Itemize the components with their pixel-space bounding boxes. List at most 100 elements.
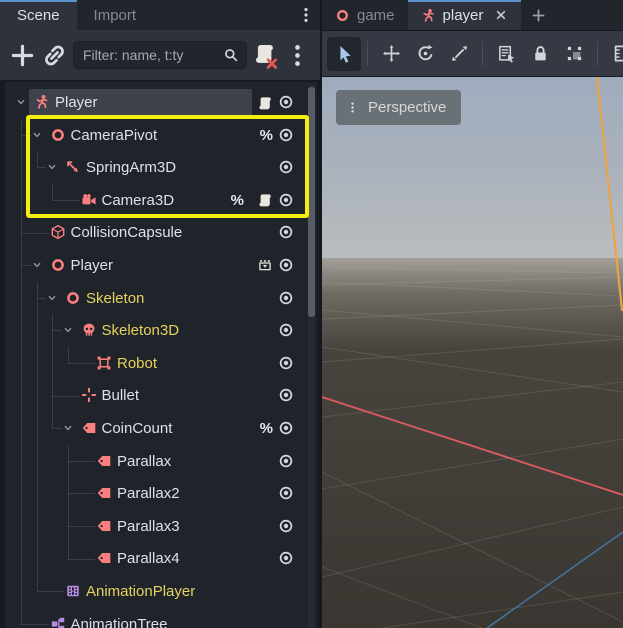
clapper-icon[interactable] — [257, 258, 273, 274]
scene-tab-game-label: game — [357, 7, 395, 24]
toolbar-separator — [367, 41, 368, 66]
tab-import-label: Import — [94, 7, 137, 24]
scene-tab-game[interactable]: game — [322, 0, 408, 30]
tree-guide — [37, 477, 38, 510]
chevron-down-icon[interactable] — [47, 162, 57, 172]
scene-tree-menu-icon[interactable] — [284, 42, 311, 69]
detach-script-button[interactable] — [252, 42, 279, 69]
tree-row-player[interactable]: Player — [5, 249, 317, 282]
tool-move-button[interactable] — [374, 37, 408, 71]
tree-guide — [21, 233, 49, 234]
chevron-down-icon[interactable] — [32, 130, 42, 140]
tool-select-button[interactable] — [327, 37, 361, 71]
label3d-icon — [96, 518, 112, 534]
close-tab-icon[interactable] — [494, 8, 508, 22]
visibility-eye-icon[interactable] — [278, 550, 294, 566]
visibility-eye-icon[interactable] — [278, 224, 294, 240]
tool-scale-button[interactable] — [442, 37, 476, 71]
tree-row-camerapivot[interactable]: CameraPivot% — [5, 119, 317, 152]
scene-tree[interactable]: AnimationTreeAnimationPlayerParallax4Par… — [5, 82, 317, 628]
tree-row-skeleton3d[interactable]: Skeleton3D — [5, 314, 317, 347]
scene-tab-player[interactable]: player — [408, 0, 522, 30]
tool-group-button[interactable] — [557, 37, 591, 71]
animation-player-icon — [65, 583, 81, 599]
tree-scrollbar[interactable] — [308, 84, 315, 628]
visibility-eye-icon[interactable] — [278, 257, 294, 273]
chevron-down-icon[interactable] — [63, 423, 73, 433]
tree-node-label: SpringArm3D — [86, 151, 176, 184]
viewport-3d[interactable]: Perspective — [322, 76, 623, 628]
tree-row-animationplayer[interactable]: AnimationPlayer — [5, 575, 317, 608]
tree-guide — [37, 445, 38, 478]
tree-row-player[interactable]: Player — [5, 86, 317, 119]
tree-guide — [21, 608, 22, 624]
tree-guide — [21, 542, 22, 575]
tree-node-label: CameraPivot — [71, 119, 158, 152]
chevron-down-icon[interactable] — [63, 325, 73, 335]
visibility-eye-icon[interactable] — [278, 485, 294, 501]
visibility-eye-icon[interactable] — [278, 453, 294, 469]
tree-guide — [21, 510, 22, 543]
tree-row-skeleton[interactable]: Skeleton — [5, 282, 317, 315]
tab-scene[interactable]: Scene — [0, 0, 77, 30]
visibility-eye-icon[interactable] — [278, 94, 294, 110]
tree-row-animationtree[interactable]: AnimationTree — [5, 608, 317, 628]
perspective-button[interactable]: Perspective — [336, 90, 461, 125]
visibility-eye-icon[interactable] — [278, 127, 294, 143]
visibility-eye-icon[interactable] — [278, 322, 294, 338]
new-scene-tab-button[interactable] — [521, 0, 555, 30]
tool-select-list-button[interactable] — [489, 37, 523, 71]
chevron-down-icon[interactable] — [47, 293, 57, 303]
chevron-down-icon[interactable] — [32, 260, 42, 270]
unique-name-badge[interactable]: % — [231, 192, 244, 209]
tree-guide — [37, 542, 38, 575]
add-node-button[interactable] — [9, 42, 36, 69]
tree-guide — [68, 363, 96, 364]
tree-row-parallax2[interactable]: Parallax2 — [5, 477, 317, 510]
tree-node-label: Bullet — [102, 379, 140, 412]
tree-node-label: Parallax3 — [117, 510, 180, 543]
dock-tab-bar: Scene Import — [0, 0, 320, 30]
visibility-eye-icon[interactable] — [278, 192, 294, 208]
label3d-icon — [96, 485, 112, 501]
tree-row-camera3d[interactable]: Camera3D% — [5, 184, 317, 217]
tool-lock-button[interactable] — [523, 37, 557, 71]
tool-rotate-button[interactable] — [408, 37, 442, 71]
tree-row-parallax3[interactable]: Parallax3 — [5, 510, 317, 543]
scene-tab-bar: game player — [322, 0, 623, 30]
tree-row-bullet[interactable]: Bullet — [5, 379, 317, 412]
visibility-eye-icon[interactable] — [278, 387, 294, 403]
visibility-eye-icon[interactable] — [278, 518, 294, 534]
unique-name-badge[interactable]: % — [260, 127, 273, 144]
tool-ruler-button[interactable] — [604, 37, 623, 71]
tree-guide — [21, 135, 31, 136]
tree-guide — [37, 347, 38, 380]
chevron-down-icon[interactable] — [16, 97, 26, 107]
filter-field[interactable] — [73, 41, 247, 69]
unique-name-badge[interactable]: % — [260, 420, 273, 437]
tree-row-robot[interactable]: Robot — [5, 347, 317, 380]
tree-scrollbar-thumb[interactable] — [308, 87, 315, 317]
tree-guide — [21, 265, 31, 266]
tree-guide — [37, 412, 38, 445]
tree-guide — [37, 379, 38, 412]
tree-row-coincount[interactable]: CoinCount% — [5, 412, 317, 445]
tree-row-parallax4[interactable]: Parallax4 — [5, 542, 317, 575]
visibility-eye-icon[interactable] — [278, 159, 294, 175]
script-icon[interactable] — [257, 192, 273, 208]
dock-menu-icon[interactable] — [297, 6, 315, 24]
filter-input[interactable] — [81, 46, 223, 64]
tree-node-label: Camera3D — [102, 184, 175, 217]
tree-row-parallax[interactable]: Parallax — [5, 445, 317, 478]
visibility-eye-icon[interactable] — [278, 420, 294, 436]
tree-guide — [52, 184, 53, 200]
tree-guide — [37, 167, 47, 168]
instantiate-scene-button[interactable] — [41, 42, 68, 69]
tree-node-label: Parallax4 — [117, 542, 180, 575]
tab-import[interactable]: Import — [77, 0, 154, 30]
visibility-eye-icon[interactable] — [278, 290, 294, 306]
visibility-eye-icon[interactable] — [278, 355, 294, 371]
script-icon[interactable] — [257, 95, 273, 111]
tree-row-collisioncapsule[interactable]: CollisionCapsule — [5, 216, 317, 249]
tree-row-springarm3d[interactable]: SpringArm3D — [5, 151, 317, 184]
